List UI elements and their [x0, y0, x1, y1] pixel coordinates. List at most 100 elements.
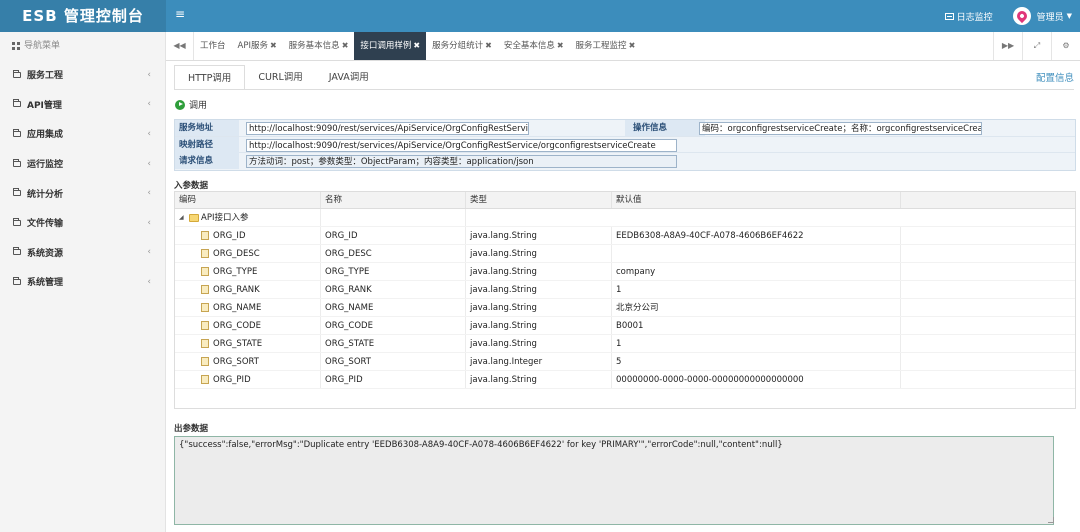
avatar[interactable]: [1012, 7, 1031, 25]
service-address-field[interactable]: http://localhost:9090/rest/services/ApiS…: [246, 122, 529, 135]
table-cell: ORG_CODE: [175, 317, 321, 334]
param-type: java.lang.String: [466, 335, 612, 352]
user-menu-label[interactable]: 管理员: [1037, 10, 1064, 23]
close-icon[interactable]: ✖: [342, 41, 349, 50]
sidebar-item[interactable]: 系统资源 ‹: [0, 238, 165, 268]
tab-label: 工作台: [200, 41, 226, 51]
invoke-button[interactable]: 调用: [175, 98, 207, 111]
sidebar-item[interactable]: 统计分析 ‹: [0, 178, 165, 208]
page-tab[interactable]: 安全基本信息 ✖: [498, 32, 570, 60]
file-icon: [201, 231, 209, 240]
table-cell: ORG_STATE: [175, 335, 321, 352]
param-type: java.lang.String: [466, 299, 612, 316]
param-default[interactable]: 1: [612, 281, 901, 298]
col-header-code[interactable]: 编码: [175, 192, 321, 208]
map-path-field[interactable]: http://localhost:9090/rest/services/ApiS…: [246, 138, 677, 152]
table-row[interactable]: ORG_ID ORG_ID java.lang.String EEDB6308-A8A…: [175, 227, 1075, 245]
location-pin-icon: [1014, 8, 1029, 24]
op-info-field[interactable]: 编码：orgconfigrestserviceCreate；名称：orgconf…: [699, 122, 982, 135]
caret-down-icon[interactable]: ▼: [1067, 12, 1072, 20]
config-info-link[interactable]: 配置信息: [1036, 70, 1074, 84]
col-header-type[interactable]: 类型: [466, 192, 612, 208]
call-type-tab[interactable]: JAVA调用: [316, 65, 382, 90]
close-icon[interactable]: ✖: [557, 41, 564, 50]
param-default[interactable]: 5: [612, 353, 901, 370]
page-tab[interactable]: 接口调用样例 ✖: [354, 32, 427, 60]
param-default[interactable]: 00000000-0000-0000-00000000000000000: [612, 371, 901, 388]
table-row[interactable]: ORG_CODE ORG_CODE java.lang.String B0001: [175, 317, 1075, 335]
page-tab[interactable]: 工作台: [194, 32, 232, 60]
param-code: ORG_DESC: [213, 248, 260, 259]
sidebar-item[interactable]: 系统管理 ‹: [0, 267, 165, 297]
tree-root-row[interactable]: ◢ API接口入参: [175, 209, 1075, 227]
param-type: java.lang.String: [466, 317, 612, 334]
call-type-tab[interactable]: CURL调用: [245, 65, 315, 90]
resize-handle-icon[interactable]: [1048, 517, 1054, 523]
log-monitor-link[interactable]: 日志监控: [944, 10, 993, 23]
sidebar: 导航菜单 服务工程 ‹ API管理 ‹ 应用集成 ‹ 运行监控 ‹ 统计分析 ‹ 文件传输 ‹ 系统资源…: [0, 32, 166, 532]
request-info-label: 请求信息: [175, 153, 239, 169]
table-cell: ORG_NAME: [175, 299, 321, 316]
param-default[interactable]: 北京分公司: [612, 299, 901, 316]
table-cell: ORG_RANK: [175, 281, 321, 298]
close-icon[interactable]: ✖: [270, 41, 277, 50]
table-row[interactable]: ORG_PID ORG_PID java.lang.String 00000000-0…: [175, 371, 1075, 389]
gear-icon[interactable]: ⚙: [1051, 32, 1080, 60]
tab-scroll-right-icon[interactable]: ▶▶: [993, 32, 1022, 60]
param-default[interactable]: EEDB6308-A8A9-40CF-A078-4606B6EF4622: [612, 227, 901, 244]
list-icon: [944, 12, 954, 20]
sidebar-title-label: 导航菜单: [24, 41, 61, 51]
folder-icon: [13, 158, 21, 167]
folder-icon: [13, 128, 21, 137]
app-logo[interactable]: ESB 管理控制台: [0, 0, 166, 32]
sidebar-item[interactable]: 运行监控 ‹: [0, 149, 165, 179]
param-default[interactable]: [612, 245, 901, 262]
param-default[interactable]: 1: [612, 335, 901, 352]
table-row[interactable]: ORG_DESC ORG_DESC java.lang.String: [175, 245, 1075, 263]
chevron-left-icon: ‹: [147, 247, 151, 258]
col-header-name[interactable]: 名称: [321, 192, 466, 208]
input-params-grid: 编码 名称 类型 默认值 ◢ API接口入参 ORG_ID ORG_ID java.…: [174, 191, 1076, 409]
col-header-default[interactable]: 默认值: [612, 192, 901, 208]
table-row[interactable]: ORG_TYPE ORG_TYPE java.lang.String company: [175, 263, 1075, 281]
close-icon[interactable]: ✖: [413, 41, 420, 50]
page-tab[interactable]: 服务基本信息 ✖: [283, 32, 355, 60]
param-default[interactable]: company: [612, 263, 901, 280]
table-row[interactable]: ORG_NAME ORG_NAME java.lang.String 北京分公司: [175, 299, 1075, 317]
output-textarea[interactable]: {"success":false,"errorMsg":"Duplicate e…: [174, 436, 1054, 525]
folder-icon: [189, 213, 199, 222]
tab-scroll-left-icon[interactable]: ◀◀: [166, 32, 194, 60]
map-path-label: 映射路径: [175, 136, 239, 153]
sidebar-item[interactable]: API管理 ‹: [0, 90, 165, 120]
param-type: java.lang.String: [466, 227, 612, 244]
sidebar-item-label: 统计分析: [27, 189, 64, 200]
op-info-label: 操作信息: [625, 120, 705, 136]
close-icon[interactable]: ✖: [629, 41, 636, 50]
fullscreen-icon[interactable]: ⤢: [1022, 32, 1051, 60]
table-row[interactable]: ORG_SORT ORG_SORT java.lang.Integer 5: [175, 353, 1075, 371]
sidebar-item[interactable]: 文件传输 ‹: [0, 208, 165, 238]
page-tab[interactable]: API服务 ✖: [232, 32, 283, 60]
page-tab[interactable]: 服务分组统计 ✖: [426, 32, 498, 60]
call-type-tab[interactable]: HTTP调用: [174, 65, 246, 90]
collapse-triangle-icon[interactable]: ◢: [179, 209, 189, 226]
param-default[interactable]: B0001: [612, 317, 901, 334]
menu-toggle-icon[interactable]: ≡: [175, 7, 185, 21]
folder-icon: [13, 217, 21, 226]
file-icon: [201, 267, 209, 276]
grid-icon: [12, 42, 20, 50]
top-right-area: 日志监控 管理员 ▼: [944, 0, 1072, 32]
close-icon[interactable]: ✖: [485, 41, 492, 50]
table-row[interactable]: ORG_STATE ORG_STATE java.lang.String 1: [175, 335, 1075, 353]
chevron-left-icon: ‹: [147, 69, 151, 80]
tree-root-cell: ◢ API接口入参: [175, 209, 321, 226]
sidebar-item[interactable]: 应用集成 ‹: [0, 119, 165, 149]
sidebar-item-label: 应用集成: [27, 130, 64, 141]
table-row[interactable]: ORG_RANK ORG_RANK java.lang.String 1: [175, 281, 1075, 299]
sidebar-item[interactable]: 服务工程 ‹: [0, 60, 165, 90]
request-info-field: 方法动词：post；参数类型：ObjectParam；内容类型：applicat…: [246, 155, 677, 168]
page-tab[interactable]: 服务工程监控 ✖: [570, 32, 642, 60]
folder-icon: [13, 276, 21, 285]
top-bar: ESB 管理控制台 ≡ 日志监控 管理员 ▼: [0, 0, 1080, 32]
param-code: ORG_RANK: [213, 284, 260, 295]
